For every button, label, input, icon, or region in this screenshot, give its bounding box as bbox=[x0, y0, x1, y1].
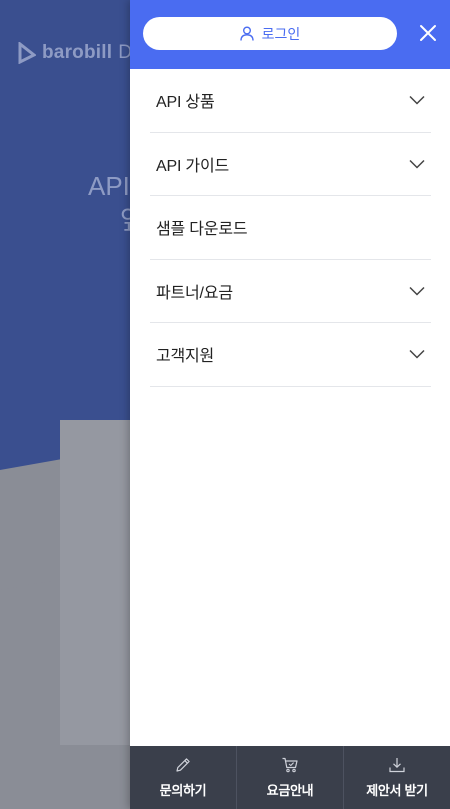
download-icon bbox=[388, 756, 406, 774]
menu-item-customer-support[interactable]: 고객지원 bbox=[150, 323, 431, 387]
login-button[interactable]: 로그인 bbox=[143, 17, 397, 50]
menu-item-sample-download[interactable]: 샘플 다운로드 bbox=[150, 196, 431, 260]
proposal-label: 제안서 받기 bbox=[366, 783, 428, 798]
menu-item-label: API 상품 bbox=[156, 94, 215, 112]
logo-text: barobill bbox=[42, 42, 113, 63]
menu-item-label: API 가이드 bbox=[156, 157, 229, 175]
proposal-download-button[interactable]: 제안서 받기 bbox=[344, 746, 450, 809]
logo-mark-icon bbox=[18, 42, 36, 64]
login-label: 로그인 bbox=[261, 25, 301, 42]
chevron-down-icon bbox=[409, 159, 425, 169]
inquiry-label: 문의하기 bbox=[159, 783, 207, 798]
inquiry-button[interactable]: 문의하기 bbox=[130, 746, 237, 809]
cart-icon bbox=[281, 756, 299, 774]
menu-item-label: 샘플 다운로드 bbox=[156, 221, 248, 239]
menu-item-partner-pricing[interactable]: 파트너/요금 bbox=[150, 260, 431, 323]
pricing-button[interactable]: 요금안내 bbox=[237, 746, 344, 809]
chevron-down-icon bbox=[409, 286, 425, 296]
pencil-icon bbox=[174, 756, 192, 774]
bottom-action-bar: 문의하기 요금안내 제안서 받기 bbox=[130, 746, 450, 809]
chevron-down-icon bbox=[409, 349, 425, 359]
brand-logo: barobill D bbox=[18, 42, 132, 64]
user-icon bbox=[239, 26, 254, 41]
side-drawer: 로그인 API 상품 API 가이드 샘플 다운로드 파트너/요금 고객지원 문… bbox=[130, 0, 450, 809]
drawer-menu: API 상품 API 가이드 샘플 다운로드 파트너/요금 고객지원 bbox=[130, 69, 450, 387]
chevron-down-icon bbox=[409, 95, 425, 105]
menu-item-label: 파트너/요금 bbox=[156, 284, 233, 302]
menu-item-api-guide[interactable]: API 가이드 bbox=[150, 133, 431, 196]
menu-item-api-products[interactable]: API 상품 bbox=[150, 69, 431, 133]
pricing-label: 요금안내 bbox=[266, 783, 314, 798]
menu-item-label: 고객지원 bbox=[156, 348, 215, 366]
hero-heading-line1: API bbox=[88, 171, 130, 201]
drawer-header: 로그인 bbox=[130, 0, 450, 69]
close-icon[interactable] bbox=[417, 22, 439, 44]
